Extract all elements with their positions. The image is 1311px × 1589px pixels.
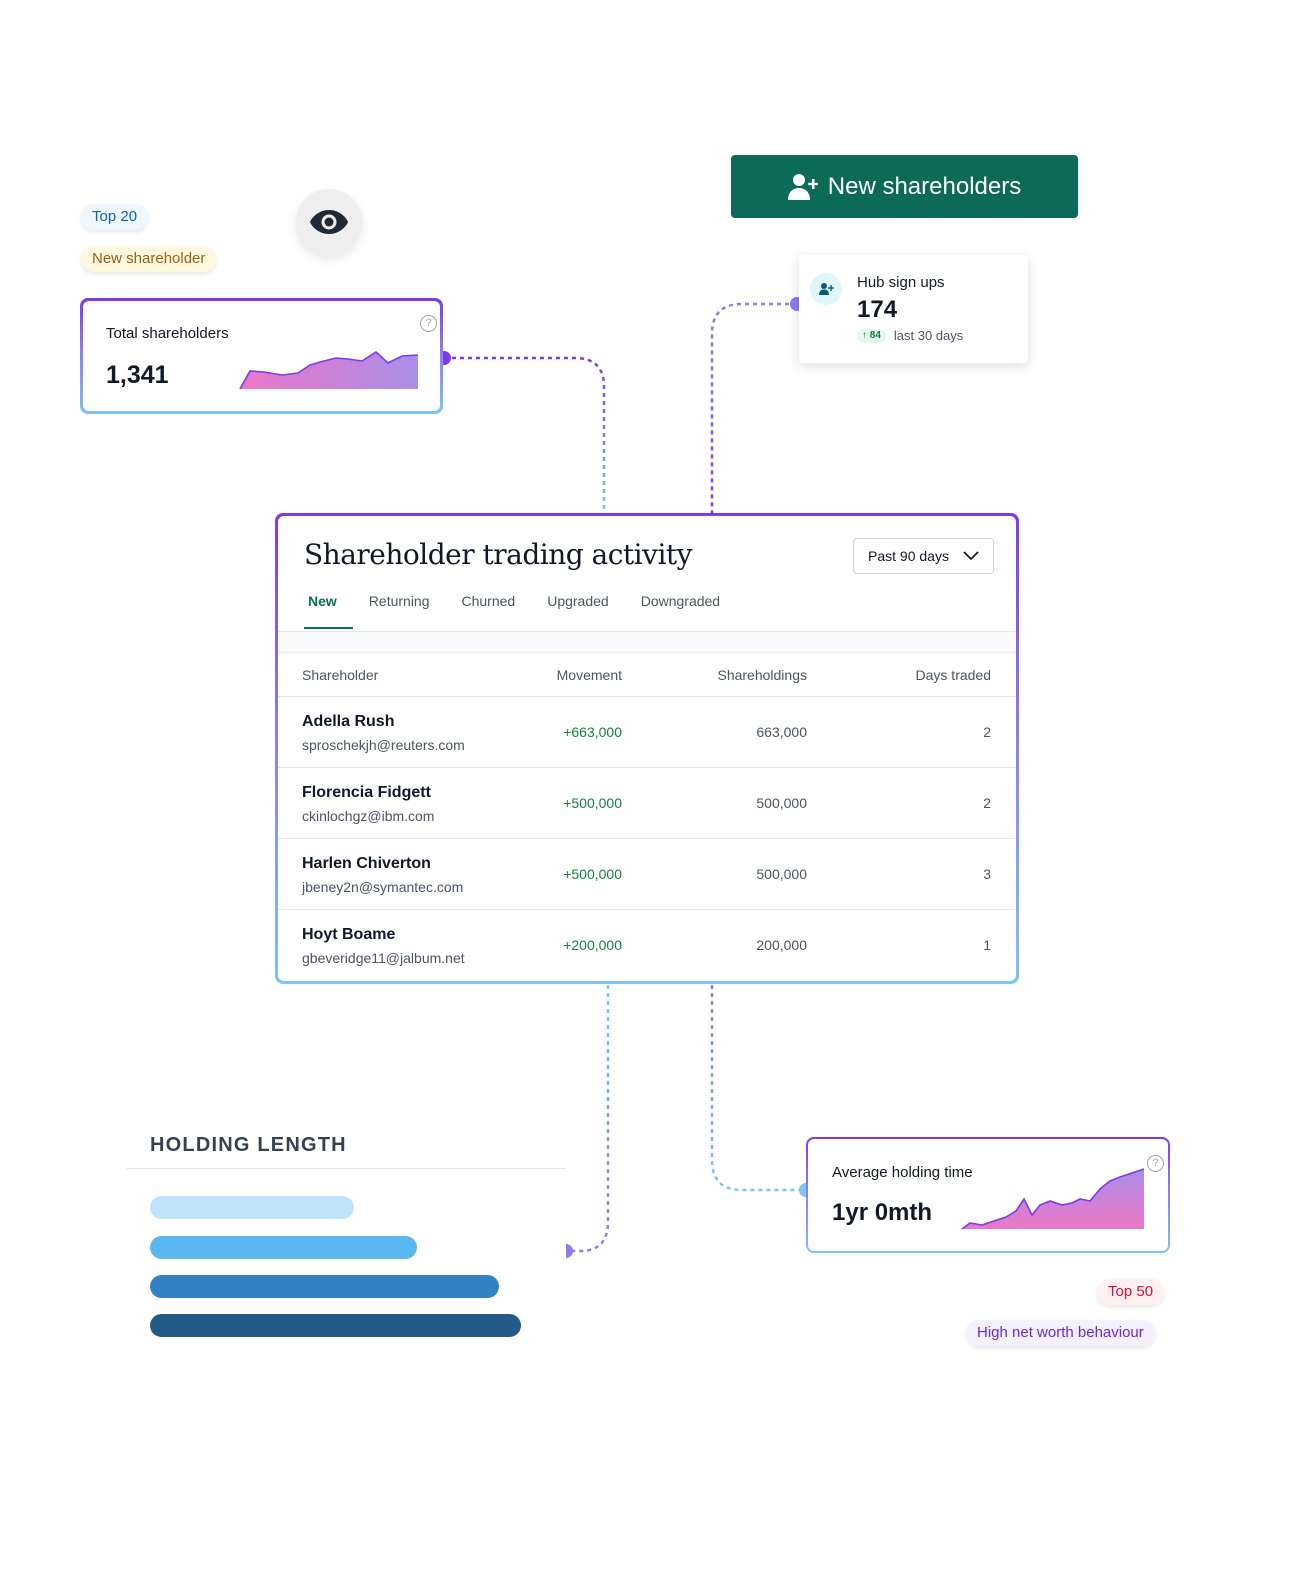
shareholder-name[interactable]: Adella Rush — [302, 713, 394, 731]
hub-signups-value: 174 — [857, 296, 898, 323]
table-header: Shareholder Movement Shareholdings Days … — [278, 653, 1016, 697]
tag-top-20: Top 20 — [81, 204, 149, 230]
arrow-up-icon: ↑ — [862, 329, 867, 341]
holding-bar — [150, 1314, 521, 1337]
total-shareholders-label: Total shareholders — [106, 325, 229, 342]
shareholdings-value: 500,000 — [756, 866, 807, 882]
shareholdings-value: 663,000 — [756, 724, 807, 740]
connector-table-to-average — [710, 985, 806, 1192]
eye-button[interactable] — [296, 189, 362, 255]
new-shareholders-button[interactable]: New shareholders — [731, 155, 1078, 218]
shareholder-name[interactable]: Harlen Chiverton — [302, 855, 431, 873]
holding-length-divider — [126, 1168, 566, 1169]
days-traded-value: 2 — [983, 724, 991, 740]
hub-icon — [810, 273, 842, 305]
tab-churned[interactable]: Churned — [458, 593, 532, 625]
shareholder-email: jbeney2n@symantec.com — [302, 879, 464, 895]
shareholdings-value: 500,000 — [756, 795, 807, 811]
tab-downgraded[interactable]: Downgraded — [637, 593, 736, 625]
holding-bar — [150, 1196, 354, 1219]
tab-returning[interactable]: Returning — [365, 593, 446, 625]
period-select-value: Past 90 days — [868, 548, 949, 564]
user-plus-icon — [819, 283, 834, 295]
table-row[interactable]: Adella Rush sproschekjh@reuters.com +663… — [278, 697, 1016, 768]
trend-value: 84 — [869, 329, 881, 341]
trading-tabs: New Returning Churned Upgraded Downgrade… — [304, 593, 748, 629]
average-holding-label: Average holding time — [832, 1164, 973, 1181]
movement-value: +500,000 — [563, 795, 622, 811]
holding-length-title: HOLDING LENGTH — [150, 1134, 347, 1156]
column-shareholder[interactable]: Shareholder — [302, 667, 378, 683]
trading-activity-card: Shareholder trading activity Past 90 day… — [275, 513, 1019, 984]
help-icon[interactable]: ? — [1147, 1155, 1164, 1172]
movement-value: +200,000 — [563, 937, 622, 953]
days-traded-value: 3 — [983, 866, 991, 882]
holding-bar — [150, 1236, 417, 1259]
shareholder-email: ckinlochgz@ibm.com — [302, 808, 435, 824]
tag-new-shareholder: New shareholder — [81, 246, 217, 272]
total-shareholders-sparkline — [239, 350, 419, 390]
table-row[interactable]: Harlen Chiverton jbeney2n@symantec.com +… — [278, 839, 1016, 910]
days-traded-value: 2 — [983, 795, 991, 811]
chevron-down-icon — [963, 551, 979, 561]
shareholder-name[interactable]: Hoyt Boame — [302, 926, 395, 944]
eye-icon — [310, 210, 348, 234]
average-holding-card: Average holding time 1yr 0mth ? — [806, 1137, 1170, 1253]
movement-value: +663,000 — [563, 724, 622, 740]
hub-signups-label: Hub sign ups — [857, 274, 945, 291]
shareholder-email: gbeveridge11@jalbum.net — [302, 950, 465, 966]
trend-badge: ↑ 84 — [857, 328, 886, 343]
tab-new[interactable]: New — [304, 593, 353, 629]
help-icon[interactable]: ? — [420, 315, 437, 332]
column-movement[interactable]: Movement — [557, 667, 622, 683]
holding-bar — [150, 1275, 499, 1298]
shareholder-email: sproschekjh@reuters.com — [302, 737, 465, 753]
holding-length-card: HOLDING LENGTH — [126, 1120, 566, 1365]
total-shareholders-card: Total shareholders 1,341 ? — [80, 298, 443, 414]
hub-signups-card: Hub sign ups 174 ↑ 84 last 30 days — [799, 255, 1028, 363]
trading-activity-title: Shareholder trading activity — [304, 538, 692, 571]
trend-label: last 30 days — [893, 328, 964, 343]
total-shareholders-value: 1,341 — [106, 361, 169, 389]
tag-high-net-worth: High net worth behaviour — [966, 1320, 1155, 1346]
tabs-divider — [278, 631, 1016, 653]
connector-total-to-table — [444, 356, 606, 513]
period-select[interactable]: Past 90 days — [853, 538, 994, 574]
column-days-traded[interactable]: Days traded — [916, 667, 991, 683]
average-holding-sparkline — [961, 1168, 1145, 1230]
user-plus-icon — [787, 173, 818, 200]
table-row[interactable]: Florencia Fidgett ckinlochgz@ibm.com +50… — [278, 768, 1016, 839]
tag-top-50: Top 50 — [1097, 1279, 1165, 1305]
hub-signups-trend: ↑ 84 last 30 days — [857, 328, 963, 343]
shareholder-name[interactable]: Florencia Fidgett — [302, 784, 431, 802]
new-shareholders-label: New shareholders — [827, 172, 1022, 200]
column-shareholdings[interactable]: Shareholdings — [717, 667, 807, 683]
days-traded-value: 1 — [983, 937, 991, 953]
tab-upgraded[interactable]: Upgraded — [543, 593, 625, 625]
connector-table-to-holding — [566, 985, 610, 1253]
table-row[interactable]: Hoyt Boame gbeveridge11@jalbum.net +200,… — [278, 910, 1016, 981]
average-holding-value: 1yr 0mth — [832, 1199, 933, 1226]
movement-value: +500,000 — [563, 866, 622, 882]
table-body: Adella Rush sproschekjh@reuters.com +663… — [278, 697, 1016, 981]
connector-hub-to-table — [710, 302, 797, 513]
shareholdings-value: 200,000 — [756, 937, 807, 953]
